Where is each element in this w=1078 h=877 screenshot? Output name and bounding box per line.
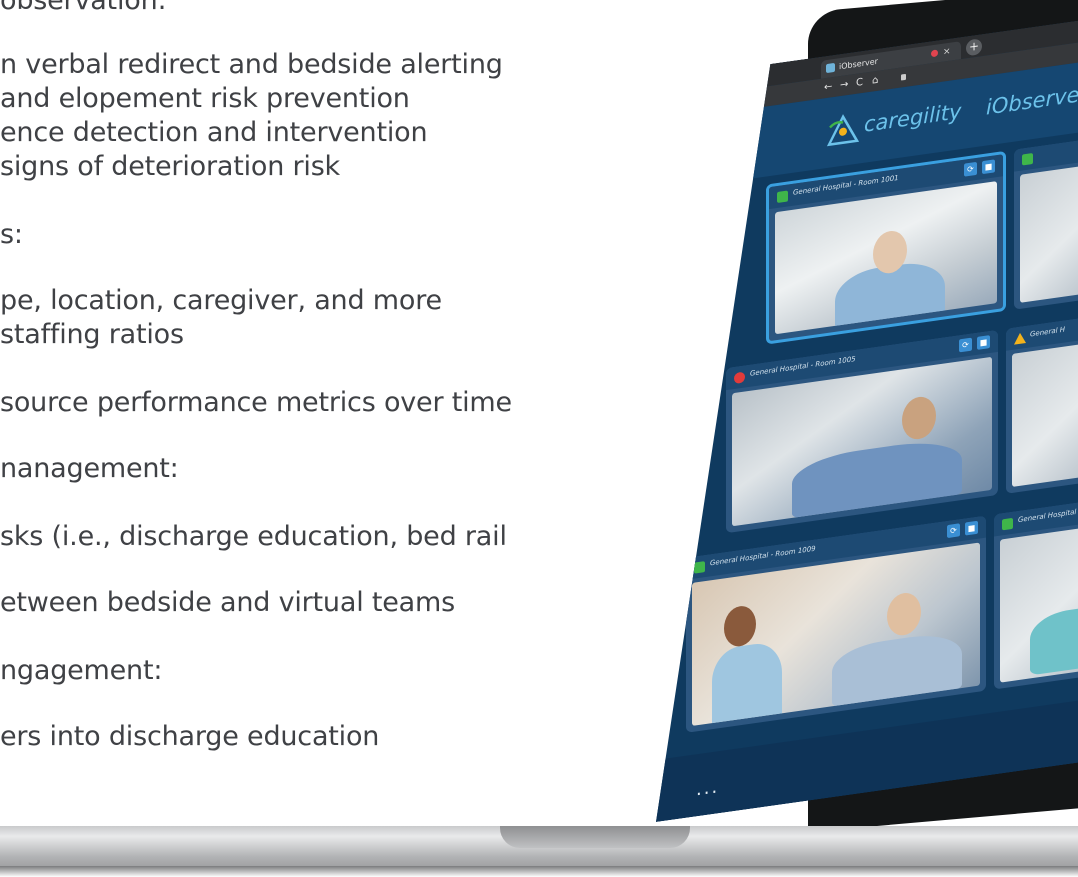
copy-line: source performance metrics over time <box>0 387 512 418</box>
more-menu-button[interactable]: ... <box>696 776 719 800</box>
close-tab-icon[interactable]: × <box>943 43 951 62</box>
laptop-opening-notch <box>500 826 690 848</box>
copy-line: observation: <box>0 0 167 16</box>
copy-line: etween bedside and virtual teams <box>0 587 455 618</box>
copy-line: ngagement: <box>0 655 163 686</box>
patient-video-feed <box>775 181 997 334</box>
copy-line: staffing ratios <box>0 319 184 350</box>
camera-tile[interactable]: General Hospital - Room 1001 ⟳ ■ <box>766 151 1006 345</box>
patient-figure <box>832 630 962 708</box>
new-tab-button[interactable]: + <box>966 38 982 56</box>
status-ok-icon <box>1002 518 1013 531</box>
camera-tile[interactable] <box>1014 133 1078 310</box>
copy-line: signs of deterioration risk <box>0 151 340 182</box>
video-camera-icon[interactable]: ■ <box>977 335 990 350</box>
tile-header: General H <box>1006 311 1078 351</box>
copy-line: n verbal redirect and bedside alerting <box>0 49 503 80</box>
recording-indicator-icon <box>931 49 938 57</box>
patient-figure <box>792 436 962 520</box>
nurse-head <box>724 604 756 648</box>
refresh-icon[interactable]: ⟳ <box>959 338 972 353</box>
camera-tile[interactable]: General Hospital - Room 1005 ⟳ ■ <box>726 330 998 533</box>
patient-video-feed <box>1020 160 1078 303</box>
video-camera-icon[interactable]: ■ <box>965 521 978 536</box>
copy-line: and elopement risk prevention <box>0 83 410 114</box>
marketing-copy: observation: n verbal redirect and bedsi… <box>0 0 600 877</box>
tab-title: iObserver <box>839 56 878 72</box>
camera-tile[interactable]: General H <box>1006 311 1078 494</box>
patient-video-feed <box>1000 521 1078 682</box>
copy-line: pe, location, caregiver, and more <box>0 285 442 316</box>
camera-tile[interactable]: General Hospital - Roo <box>994 495 1078 690</box>
copy-line: s: <box>0 219 23 250</box>
copy-line: ers into discharge education <box>0 721 380 752</box>
laptop-shadow <box>0 866 1078 877</box>
copy-line: nanagement: <box>0 453 179 484</box>
video-camera-icon[interactable]: ■ <box>982 159 995 174</box>
copy-line: sks (i.e., discharge education, bed rail <box>0 521 507 552</box>
camera-tile[interactable]: General Hospital - Room 1009 ⟳ ■ <box>686 516 986 733</box>
patient-head <box>887 591 921 638</box>
brand-name: caregility <box>864 99 962 137</box>
forward-icon[interactable]: → <box>840 78 848 93</box>
room-label: General Hospital - Room 1001 <box>793 173 899 197</box>
refresh-icon[interactable]: ⟳ <box>947 523 960 538</box>
patient-figure <box>1030 601 1078 675</box>
status-ok-icon <box>694 561 705 574</box>
app-favicon-icon <box>826 63 835 73</box>
home-icon[interactable]: ⌂ <box>872 74 878 89</box>
copy-line: ence detection and intervention <box>0 117 428 148</box>
app-screen: iObserver × + ← → C ⌂ caregility iObserv… <box>656 18 1078 822</box>
reload-icon[interactable]: C <box>856 76 863 91</box>
status-ok-icon <box>777 190 788 203</box>
nurse-figure <box>712 640 782 726</box>
product-name: iObserver <box>986 81 1078 120</box>
room-label: General H <box>1030 325 1066 339</box>
room-label: General Hospital - Room 1005 <box>750 354 856 378</box>
room-label: General Hospital - Room 1009 <box>710 544 816 568</box>
caregility-logo-icon <box>826 111 860 150</box>
room-label: General Hospital - Roo <box>1018 507 1077 525</box>
status-warning-icon <box>1014 332 1026 345</box>
status-ok-icon <box>1022 153 1033 166</box>
status-alert-icon <box>734 371 745 384</box>
patient-video-feed <box>1012 337 1078 487</box>
refresh-icon[interactable]: ⟳ <box>964 162 977 177</box>
lock-icon <box>901 74 906 81</box>
patient-head <box>902 395 936 442</box>
back-icon[interactable]: ← <box>824 80 832 95</box>
